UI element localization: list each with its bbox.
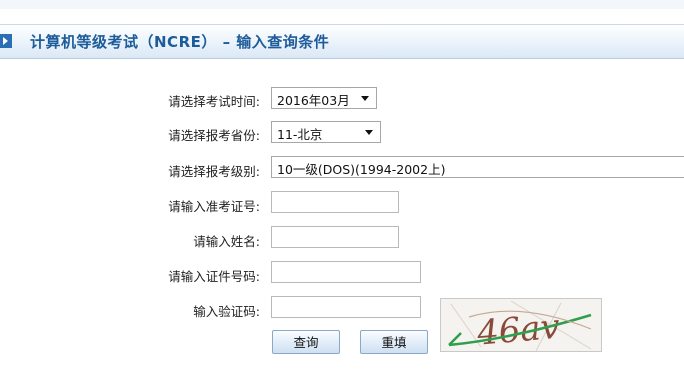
province-select[interactable]: 11-北京 bbox=[271, 121, 381, 143]
ticket-number-label: 请输入准考证号: bbox=[168, 199, 260, 214]
chevron-right-icon bbox=[0, 34, 12, 48]
name-input[interactable] bbox=[271, 226, 399, 248]
page-title: 计算机等级考试（NCRE） – 输入查询条件 bbox=[30, 33, 330, 51]
chevron-down-icon bbox=[361, 96, 369, 101]
level-label: 请选择报考级别: bbox=[168, 164, 260, 179]
query-button[interactable]: 查询 bbox=[272, 330, 340, 354]
ticket-number-input[interactable] bbox=[271, 191, 399, 213]
title-bar: 计算机等级考试（NCRE） – 输入查询条件 bbox=[0, 24, 684, 59]
name-label: 请输入姓名: bbox=[193, 234, 260, 249]
exam-time-select[interactable]: 2016年03月 bbox=[271, 87, 377, 109]
exam-time-label: 请选择考试时间: bbox=[168, 94, 260, 109]
captcha-text: 46av bbox=[475, 307, 562, 352]
captcha-input[interactable] bbox=[271, 296, 421, 318]
level-value: 10一级(DOS)(1994-2002上) bbox=[277, 162, 446, 177]
reset-button[interactable]: 重填 bbox=[360, 330, 428, 354]
captcha-label: 输入验证码: bbox=[193, 304, 260, 319]
captcha-graphic: 46av bbox=[441, 299, 601, 352]
captcha-image[interactable]: 46av bbox=[440, 298, 602, 352]
level-select[interactable]: 10一级(DOS)(1994-2002上) bbox=[271, 156, 684, 178]
province-label: 请选择报考省份: bbox=[168, 128, 260, 143]
top-band bbox=[0, 0, 684, 9]
id-number-label: 请输入证件号码: bbox=[168, 269, 260, 284]
chevron-down-icon bbox=[365, 130, 373, 135]
exam-time-value: 2016年03月 bbox=[277, 93, 350, 108]
id-number-input[interactable] bbox=[271, 261, 421, 283]
province-value: 11-北京 bbox=[277, 127, 323, 142]
